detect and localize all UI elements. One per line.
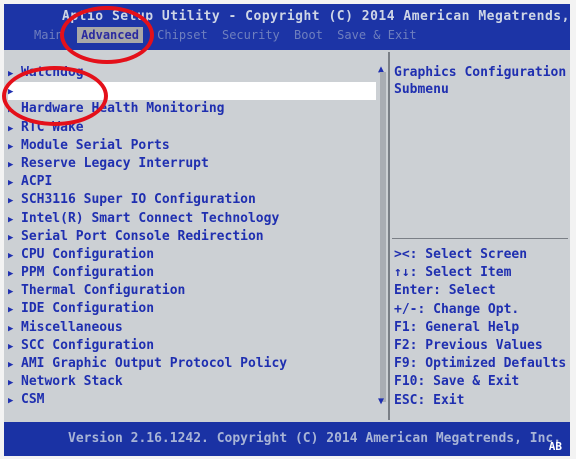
menu-item-label: Miscellaneous [21, 319, 123, 335]
red-circle-annotation-advanced [60, 6, 154, 64]
menu-item-label: AMI Graphic Output Protocol Policy [21, 356, 288, 371]
help-title-line-2: Submenu [394, 82, 449, 97]
key-save-exit: F10: Save & Exit [394, 374, 520, 390]
tab-main[interactable]: Main [34, 28, 63, 42]
arrow-right-icon: ▶ [8, 250, 14, 261]
arrow-right-icon: ▶ [8, 196, 14, 207]
menu-item-smart-connect[interactable]: ▶ Intel(R) Smart Connect Technology [8, 210, 376, 228]
menu-item-label: PPM Configuration [21, 265, 155, 281]
menu-item-label: Module Serial Ports [21, 137, 170, 153]
arrow-right-icon: ▶ [8, 360, 14, 370]
arrow-right-icon: ▶ [8, 396, 14, 407]
key-general-help: F1: General Help [394, 319, 520, 335]
help-description: Graphics Configuration Submenu [394, 64, 566, 98]
arrow-right-icon: ▶ [8, 305, 14, 316]
menu-item-network-stack[interactable]: ▶ Network Stack [8, 373, 376, 391]
key-enter-select: Enter: Select [394, 283, 496, 299]
menu-item-label: SCC Configuration [21, 337, 155, 353]
menu-item-label: CSM [21, 392, 45, 408]
arrow-right-icon: ▶ [8, 232, 14, 243]
menu-item-label: Reserve Legacy Interrupt [21, 155, 209, 171]
tab-save-exit[interactable]: Save & Exit [337, 28, 416, 42]
menu-item-label: SCH3116 Super IO Configuration [21, 192, 256, 208]
menu-item-ami-gop-policy[interactable]: ▶ AMI Graphic Output Protocol Policy [8, 355, 376, 373]
arrow-right-icon: ▶ [8, 323, 14, 334]
menu-item-label: IDE Configuration [21, 301, 155, 317]
bios-footer: Version 2.16.1242. Copyright (C) 2014 Am… [4, 422, 570, 456]
menu-item-label: Serial Port Console Redirection [21, 228, 264, 244]
menu-item-module-serial-ports[interactable]: ▶ Module Serial Ports [8, 137, 376, 155]
menu-item-miscellaneous[interactable]: ▶ Miscellaneous [8, 319, 376, 337]
arrow-right-icon: ▶ [8, 159, 14, 170]
arrow-right-icon: ▶ [8, 178, 14, 189]
menu-item-label: Network Stack [21, 374, 123, 390]
help-separator [392, 238, 568, 239]
arrow-right-icon: ▶ [8, 378, 14, 389]
red-circle-annotation-graphics [2, 66, 108, 126]
menu-item-serial-console-redirection[interactable]: ▶ Serial Port Console Redirection [8, 228, 376, 246]
menu-item-label: CPU Configuration [21, 246, 155, 262]
arrow-right-icon: ▶ [8, 141, 14, 152]
menu-item-scc-configuration[interactable]: ▶ SCC Configuration [8, 337, 376, 355]
key-esc-exit: ESC: Exit [394, 392, 465, 408]
menu-item-cpu-configuration[interactable]: ▶ CPU Configuration [8, 246, 376, 264]
arrow-right-icon: ▶ [8, 341, 14, 352]
key-change-opt: +/-: Change Opt. [394, 301, 520, 317]
menu-item-thermal-configuration[interactable]: ▶ Thermal Configuration [8, 282, 376, 300]
version-text: Version 2.16.1242. Copyright (C) 2014 Am… [68, 431, 562, 446]
arrow-right-icon: ▶ [8, 123, 14, 134]
key-select-screen: ><: Select Screen [394, 247, 528, 262]
arrow-right-icon: ▶ [8, 287, 14, 298]
menu-item-super-io[interactable]: ▶ SCH3116 Super IO Configuration [8, 191, 376, 209]
scrollbar[interactable] [380, 72, 386, 402]
panel-divider [388, 52, 390, 420]
tab-security[interactable]: Security [222, 28, 280, 42]
menu-item-acpi[interactable]: ▶ ACPI [8, 173, 376, 191]
tab-boot[interactable]: Boot [294, 28, 323, 42]
menu-item-label: ACPI [21, 174, 53, 190]
key-legend: ><: Select Screen ↑↓: Select Item Enter:… [394, 246, 566, 410]
menu-item-reserve-legacy-interrupt[interactable]: ▶ Reserve Legacy Interrupt [8, 155, 376, 173]
arrow-right-icon: ▶ [8, 214, 14, 225]
menu-item-ide-configuration[interactable]: ▶ IDE Configuration [8, 300, 376, 318]
menu-item-label: Intel(R) Smart Connect Technology [21, 210, 280, 226]
scroll-down-icon[interactable]: ▼ [378, 396, 384, 407]
arrow-right-icon: ▶ [8, 269, 14, 280]
menu-item-csm[interactable]: ▶ CSM [8, 391, 376, 409]
key-select-item: ↑↓: Select Item [394, 265, 512, 281]
menu-item-ppm-configuration[interactable]: ▶ PPM Configuration [8, 264, 376, 282]
tab-chipset[interactable]: Chipset [157, 28, 208, 42]
key-previous-values: F2: Previous Values [394, 338, 543, 354]
menu-item-label: Thermal Configuration [21, 283, 186, 299]
help-title-line-1: Graphics Configuration [394, 65, 567, 80]
bios-screen: Aptio Setup Utility - Copyright (C) 2014… [4, 4, 570, 456]
post-code: AB [548, 440, 562, 453]
key-optimized-defaults: F9: Optimized Defaults [394, 356, 567, 372]
